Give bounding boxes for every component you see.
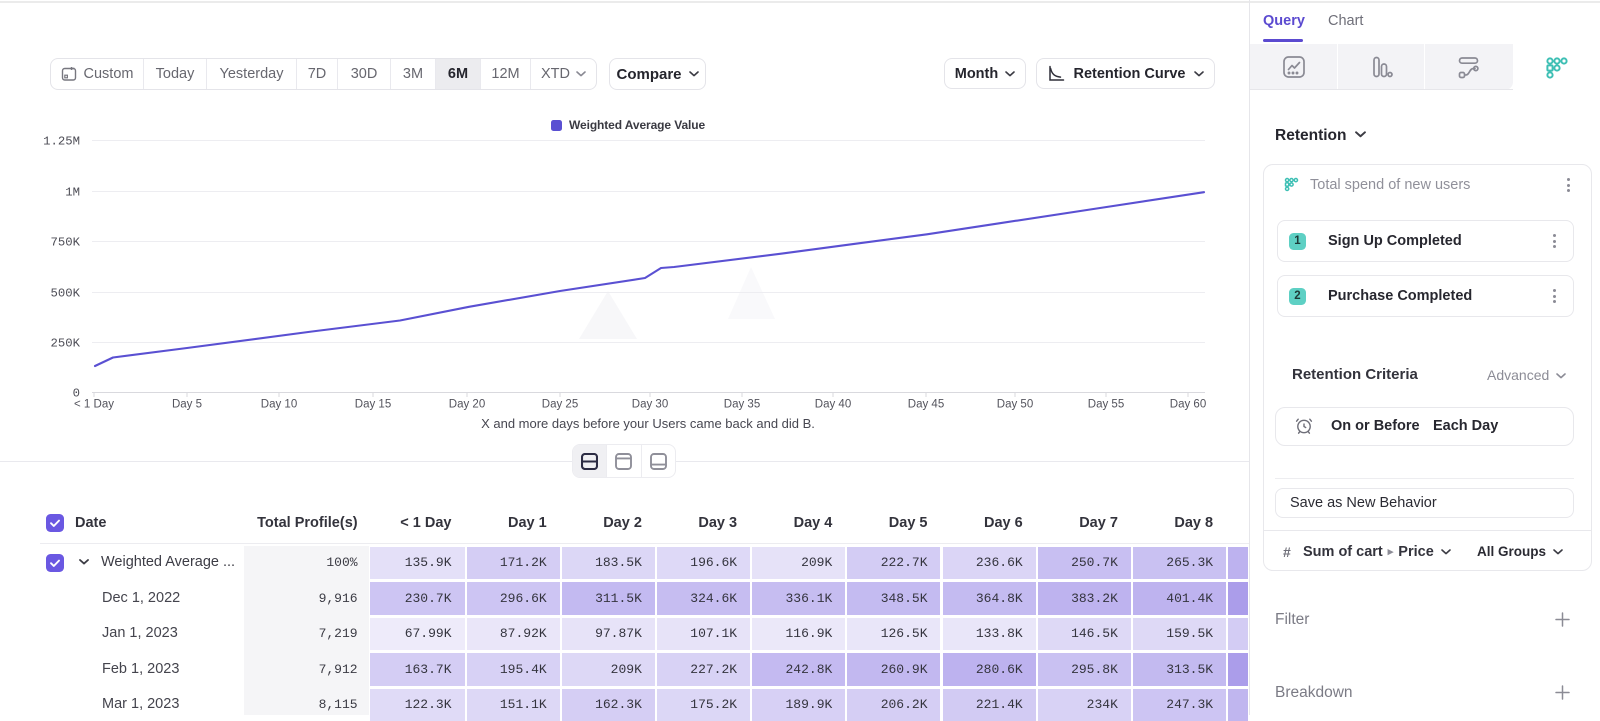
svg-text:Day 50: Day 50 [997, 399, 1033, 411]
svg-text:250K: 250K [50, 337, 80, 351]
svg-text:Day 10: Day 10 [261, 399, 297, 411]
svg-text:Day 55: Day 55 [1088, 399, 1124, 411]
svg-text:750K: 750K [50, 236, 80, 250]
svg-text:Day 35: Day 35 [724, 399, 760, 411]
svg-text:Day 20: Day 20 [449, 399, 485, 411]
svg-text:X and more days before your Us: X and more days before your Users came b… [481, 416, 815, 431]
svg-text:Day 45: Day 45 [908, 399, 944, 411]
svg-text:1M: 1M [65, 186, 80, 200]
svg-text:Day 15: Day 15 [355, 399, 391, 411]
svg-text:Day 40: Day 40 [815, 399, 851, 411]
svg-text:500K: 500K [50, 287, 80, 301]
svg-text:Day 30: Day 30 [632, 399, 668, 411]
svg-text:Day 5: Day 5 [172, 399, 202, 411]
svg-text:Day 60: Day 60 [1170, 399, 1206, 411]
svg-text:< 1 Day: < 1 Day [74, 399, 114, 411]
svg-text:Day 25: Day 25 [542, 399, 578, 411]
svg-text:1.25M: 1.25M [43, 135, 80, 149]
